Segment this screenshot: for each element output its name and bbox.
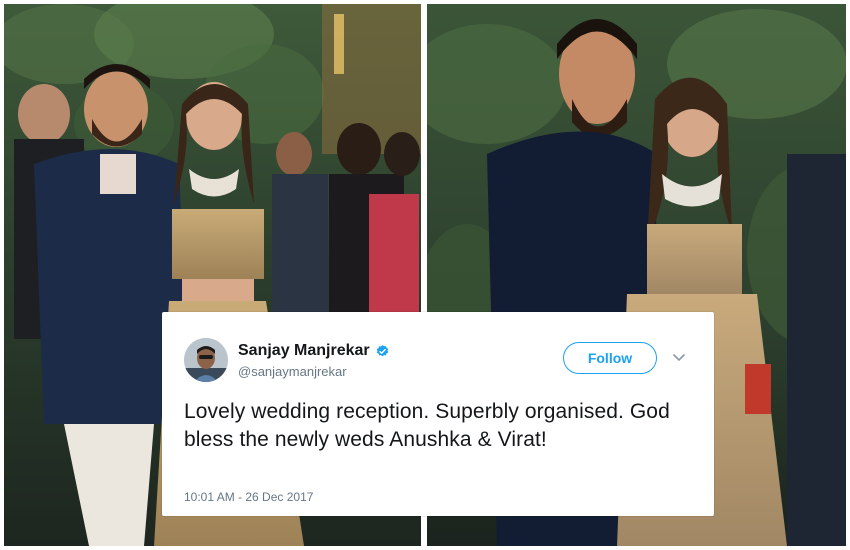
chevron-down-icon[interactable]: [672, 350, 686, 364]
verified-badge-icon: [375, 344, 390, 359]
tweet-timestamp[interactable]: 10:01 AM - 26 Dec 2017: [184, 490, 313, 504]
display-name[interactable]: Sanjay Manjrekar: [238, 342, 390, 360]
follow-button[interactable]: Follow: [563, 342, 657, 374]
display-name-text: Sanjay Manjrekar: [238, 342, 370, 359]
user-handle[interactable]: @sanjaymanjrekar: [238, 364, 347, 379]
tweet-card: Sanjay Manjrekar @sanjaymanjrekar Follow…: [162, 312, 714, 516]
tweet-text: Lovely wedding reception. Superbly organ…: [184, 400, 670, 451]
avatar[interactable]: [184, 338, 228, 382]
